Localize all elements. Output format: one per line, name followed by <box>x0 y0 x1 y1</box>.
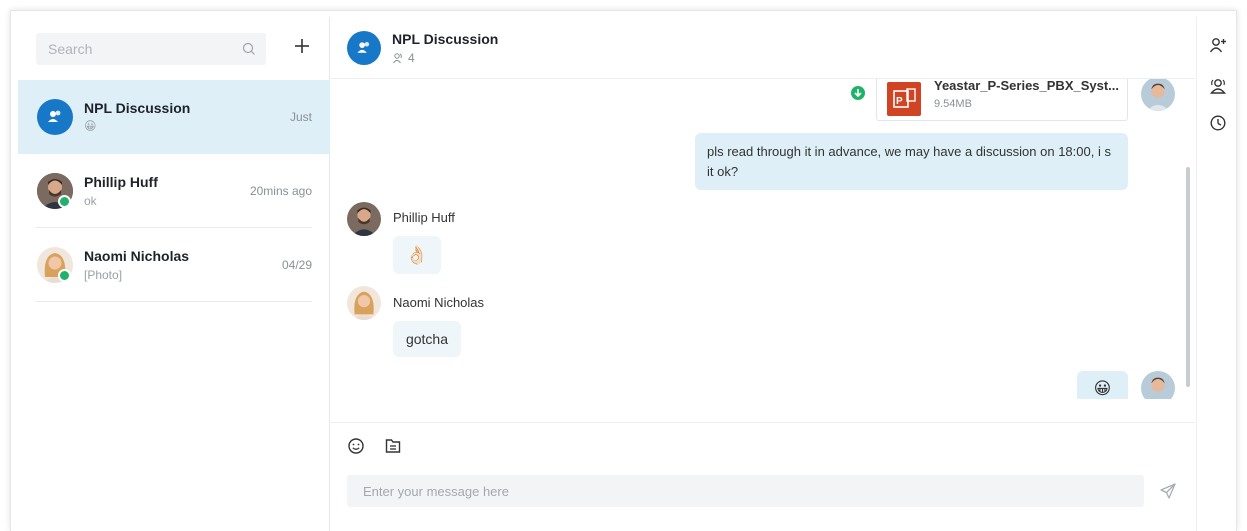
my-avatar <box>1141 371 1175 399</box>
my-avatar <box>1141 79 1175 111</box>
conversation-time: 20mins ago <box>249 184 312 198</box>
member-count-value: 4 <box>408 51 415 65</box>
sender-name: Naomi Nicholas <box>393 295 485 310</box>
file-size: 9.54MB <box>934 98 972 110</box>
outgoing-message: 😀 <box>1077 371 1128 399</box>
sender-avatar <box>347 202 381 236</box>
conversation-time: Just <box>289 110 312 124</box>
outgoing-message: pls read through it in advance, we may h… <box>695 133 1128 190</box>
search-input[interactable] <box>36 33 236 65</box>
conversation-name: Naomi Nicholas <box>84 248 190 264</box>
conversation-item-npl-discussion[interactable]: NPL Discussion 😀 Just <box>18 80 330 154</box>
download-icon[interactable] <box>851 86 865 100</box>
sidebar-header <box>18 17 330 80</box>
conversation-time: 04/29 <box>281 258 312 272</box>
group-icon <box>357 41 370 53</box>
group-avatar <box>37 99 73 135</box>
conversation-name: NPL Discussion <box>84 100 191 116</box>
conversation-item-phillip-huff[interactable]: Phillip Huff ok 20mins ago <box>18 154 330 228</box>
phillip-avatar <box>347 202 381 236</box>
message-input-box[interactable] <box>347 475 1144 507</box>
chat-panel: NPL Discussion 4 P Yeastar_P-Series_PBX_… <box>331 17 1195 531</box>
file-attachment[interactable]: P Yeastar_P-Series_PBX_Syst... 9.54MB <box>876 79 1128 121</box>
ppt-file-icon: P <box>887 82 921 116</box>
online-status-icon <box>58 269 71 282</box>
message-input[interactable] <box>347 475 1144 507</box>
emoji-icon[interactable] <box>347 437 365 455</box>
send-icon[interactable] <box>1159 482 1177 500</box>
message-list[interactable]: P Yeastar_P-Series_PBX_Syst... 9.54MB pl… <box>331 79 1195 399</box>
incoming-message: 👌🏻 <box>393 236 441 274</box>
chat-title: NPL Discussion <box>392 31 499 47</box>
group-icon <box>48 110 61 122</box>
sender-avatar <box>347 286 381 320</box>
scrollbar[interactable] <box>1186 167 1190 387</box>
user-avatar-icon <box>1141 371 1175 399</box>
add-member-icon[interactable] <box>1209 36 1227 54</box>
divider <box>36 301 312 302</box>
conversation-item-naomi-nicholas[interactable]: Naomi Nicholas [Photo] 04/29 <box>18 228 330 302</box>
message-composer <box>331 422 1195 531</box>
group-avatar <box>347 31 381 65</box>
file-name: Yeastar_P-Series_PBX_Syst... <box>934 79 1120 93</box>
svg-text:P: P <box>896 96 903 107</box>
member-count[interactable]: 4 <box>392 51 415 65</box>
file-icon[interactable] <box>384 437 402 455</box>
search-box[interactable] <box>36 33 266 65</box>
members-icon <box>393 53 402 64</box>
naomi-avatar <box>347 286 381 320</box>
user-avatar-icon <box>1141 79 1175 111</box>
conversation-preview: 😀 <box>84 119 97 133</box>
conversation-preview: ok <box>84 194 97 208</box>
chat-actions-rail <box>1196 17 1236 531</box>
history-clock-icon[interactable] <box>1209 114 1227 132</box>
new-chat-button[interactable] <box>292 36 312 56</box>
sender-name: Phillip Huff <box>393 210 455 225</box>
conversation-sidebar: NPL Discussion 😀 Just Phillip Huff ok 20… <box>18 17 330 531</box>
conversation-preview: [Photo] <box>84 268 123 282</box>
incoming-message: gotcha <box>393 321 461 357</box>
online-status-icon <box>58 195 71 208</box>
conversation-name: Phillip Huff <box>84 174 158 190</box>
search-icon[interactable] <box>242 42 256 56</box>
members-icon[interactable] <box>1209 77 1227 95</box>
chat-header: NPL Discussion 4 <box>331 17 1195 79</box>
